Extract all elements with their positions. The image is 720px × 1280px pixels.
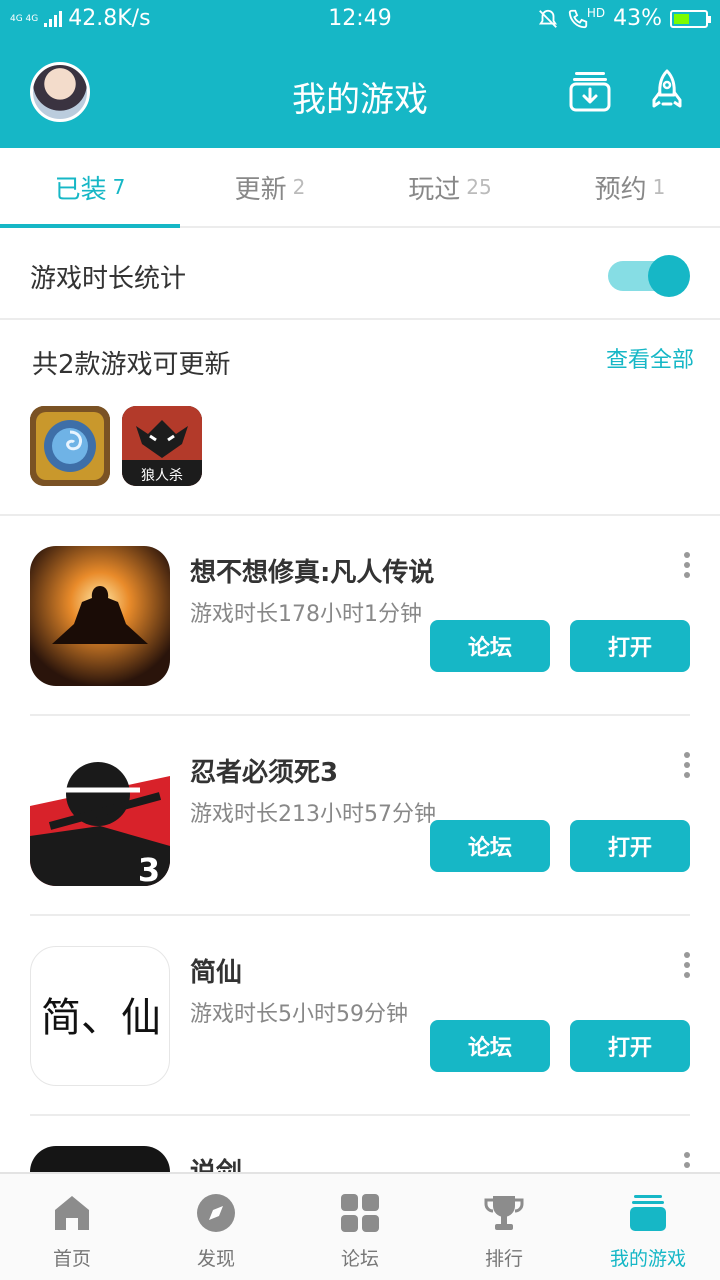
game-item: 简、仙 简仙 游戏时长5小时59分钟 论坛 打开 bbox=[0, 916, 720, 1116]
top-bar: 4G 4G 42.8K/s 12:49 HD 43% 我的游戏 bbox=[0, 0, 720, 148]
nav-label: 首页 bbox=[52, 1248, 91, 1270]
tab-label: 玩过 bbox=[408, 174, 461, 205]
tab-reserved[interactable]: 预约 1 bbox=[540, 148, 720, 226]
nav-label: 排行 bbox=[484, 1248, 523, 1270]
updates-section: 共2款游戏可更新 查看全部 狼人杀 bbox=[0, 320, 720, 516]
hd-label: HD bbox=[586, 5, 606, 20]
hearthstone-icon[interactable] bbox=[30, 406, 110, 486]
nav-home[interactable]: 首页 bbox=[0, 1174, 144, 1280]
game-icon-shuojian[interactable] bbox=[30, 1146, 170, 1174]
app-header: 我的游戏 bbox=[0, 38, 720, 148]
tab-label: 预约 bbox=[594, 174, 647, 205]
bottom-nav: 首页 发现 论坛 排行 我的游戏 bbox=[0, 1172, 720, 1280]
game-icon-xiuzhen[interactable] bbox=[30, 546, 170, 686]
forum-button[interactable]: 论坛 bbox=[430, 620, 550, 672]
tab-count: 2 bbox=[292, 175, 306, 199]
game-name: 说剑 bbox=[190, 1158, 243, 1174]
mute-bell-icon bbox=[538, 9, 557, 28]
rocket-icon[interactable] bbox=[644, 68, 690, 114]
download-manager-icon[interactable] bbox=[567, 68, 613, 114]
home-icon bbox=[55, 1196, 89, 1230]
nav-forum[interactable]: 论坛 bbox=[288, 1174, 432, 1280]
forum-button[interactable]: 论坛 bbox=[430, 820, 550, 872]
game-item: 想不想修真:凡人传说 游戏时长178小时1分钟 论坛 打开 bbox=[0, 516, 720, 716]
game-duration: 游戏时长213小时57分钟 bbox=[190, 802, 436, 827]
game-item: 3 忍者必须死3 游戏时长213小时57分钟 论坛 打开 bbox=[0, 716, 720, 916]
open-button[interactable]: 打开 bbox=[570, 820, 690, 872]
open-button[interactable]: 打开 bbox=[570, 620, 690, 672]
tab-updates[interactable]: 更新 2 bbox=[180, 148, 360, 226]
updates-title: 共2款游戏可更新 bbox=[32, 350, 231, 380]
ninja-icon-badge: 3 bbox=[138, 851, 160, 886]
status-bar: 4G 4G 42.8K/s 12:49 HD 43% bbox=[0, 0, 720, 38]
nav-my-games[interactable]: 我的游戏 bbox=[576, 1174, 720, 1280]
compass-icon bbox=[197, 1194, 235, 1232]
tab-count: 25 bbox=[466, 175, 492, 199]
toggle-knob bbox=[648, 255, 690, 297]
nav-discover[interactable]: 发现 bbox=[144, 1174, 288, 1280]
game-item: 说剑 bbox=[0, 1116, 720, 1174]
tab-installed[interactable]: 已装 7 bbox=[0, 148, 180, 228]
hd-call-icon bbox=[568, 9, 587, 28]
tab-count: 7 bbox=[112, 175, 126, 199]
play-time-stats-toggle[interactable] bbox=[608, 255, 690, 297]
game-name: 简仙 bbox=[190, 958, 243, 988]
play-time-stats-label: 游戏时长统计 bbox=[30, 264, 187, 294]
forum-button[interactable]: 论坛 bbox=[430, 1020, 550, 1072]
more-options-icon[interactable] bbox=[682, 752, 692, 782]
view-all-link[interactable]: 查看全部 bbox=[606, 342, 694, 374]
game-duration: 游戏时长5小时59分钟 bbox=[190, 1002, 408, 1027]
tab-label: 更新 bbox=[234, 174, 287, 205]
more-options-icon[interactable] bbox=[682, 1152, 692, 1174]
battery-percent: 43% bbox=[613, 6, 662, 31]
nav-ranking[interactable]: 排行 bbox=[432, 1174, 576, 1280]
game-name: 忍者必须死3 bbox=[190, 758, 339, 788]
game-duration: 游戏时长178小时1分钟 bbox=[190, 602, 422, 627]
game-icon-ninja[interactable]: 3 bbox=[30, 746, 170, 886]
nav-label: 我的游戏 bbox=[609, 1248, 686, 1270]
nav-label: 论坛 bbox=[340, 1248, 379, 1270]
werewolf-icon[interactable]: 狼人杀 bbox=[122, 406, 202, 486]
grid-icon bbox=[341, 1194, 379, 1232]
tab-bar: 已装 7 更新 2 玩过 25 预约 1 bbox=[0, 148, 720, 228]
tab-played[interactable]: 玩过 25 bbox=[360, 148, 540, 226]
tab-label: 已装 bbox=[54, 174, 107, 205]
more-options-icon[interactable] bbox=[682, 552, 692, 582]
nav-label: 发现 bbox=[196, 1248, 235, 1270]
tab-count: 1 bbox=[652, 175, 666, 199]
more-options-icon[interactable] bbox=[682, 952, 692, 982]
jianxian-icon-text: 简、仙 bbox=[41, 995, 161, 1041]
trophy-icon bbox=[484, 1196, 524, 1230]
werewolf-icon-text: 狼人杀 bbox=[141, 468, 183, 484]
battery-icon bbox=[670, 9, 711, 28]
game-icon-jianxian[interactable]: 简、仙 bbox=[30, 946, 170, 1086]
open-button[interactable]: 打开 bbox=[570, 1020, 690, 1072]
my-games-icon bbox=[630, 1195, 666, 1231]
game-name: 想不想修真:凡人传说 bbox=[190, 558, 435, 588]
